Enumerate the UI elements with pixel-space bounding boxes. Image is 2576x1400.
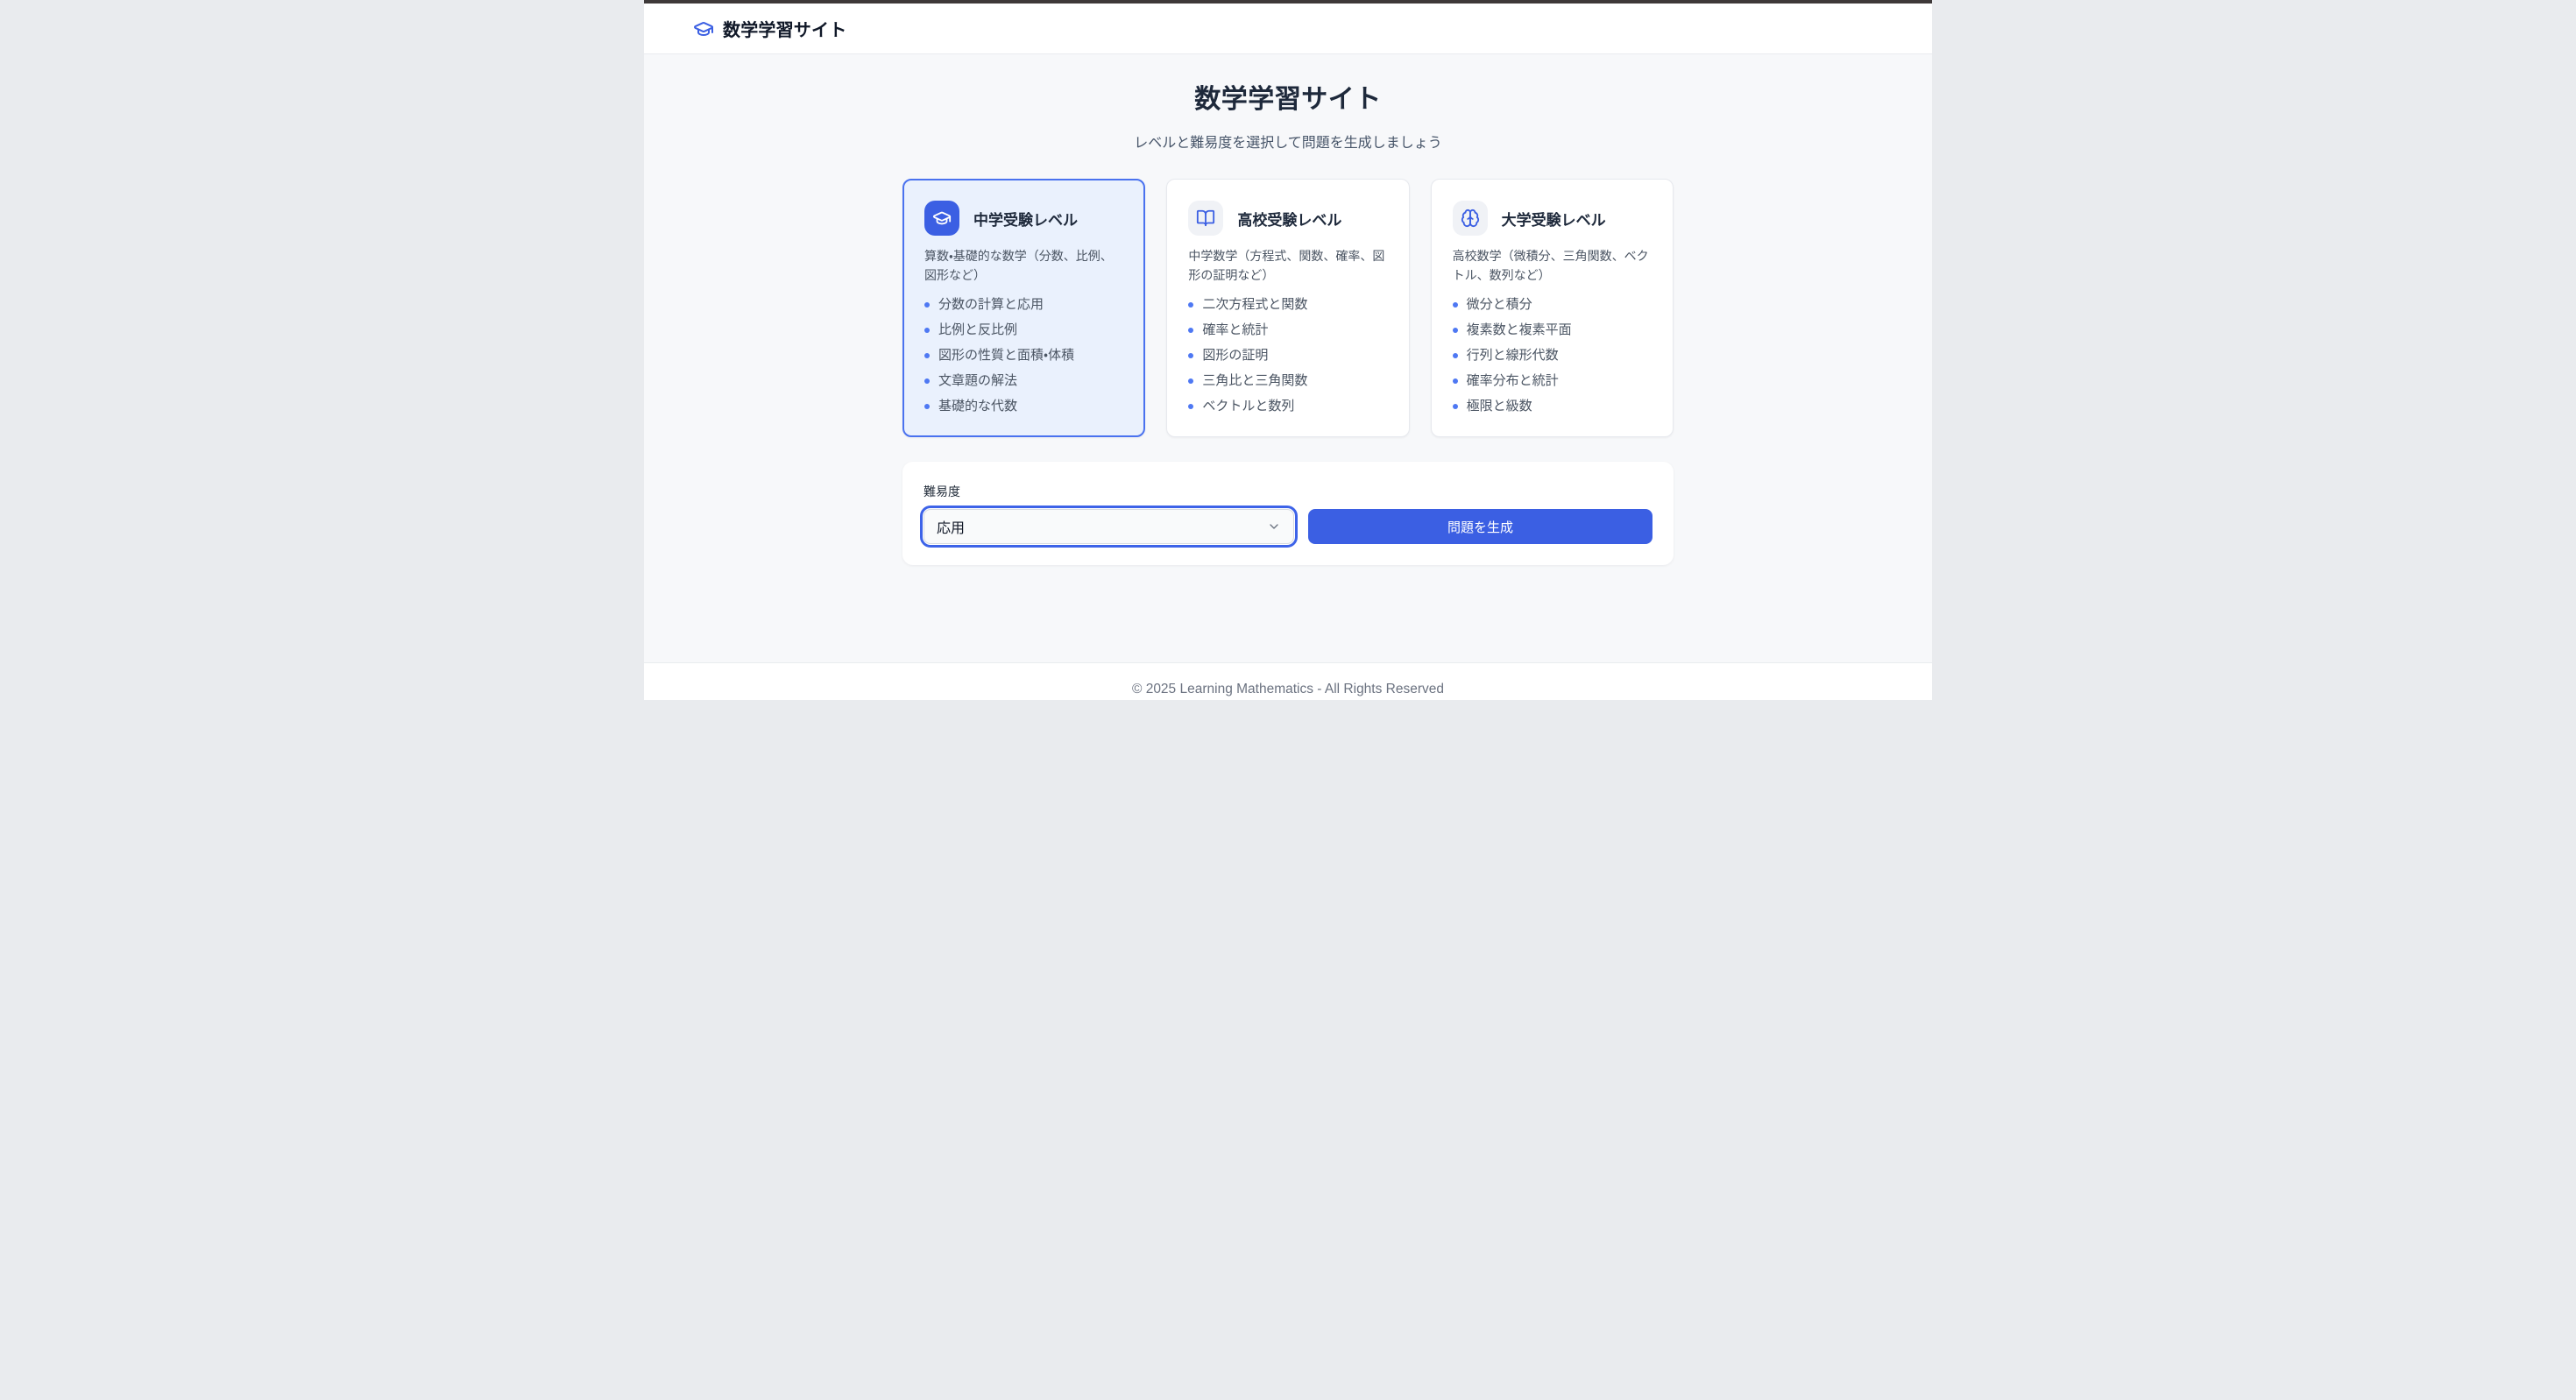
- level-card-title: 高校受験レベル: [1237, 208, 1341, 230]
- chevron-down-icon: [1267, 520, 1281, 534]
- topic-item: 文章題の解法: [924, 371, 1123, 390]
- card-head: 大学受験レベル: [1453, 201, 1652, 236]
- level-card-junior-high[interactable]: 中学受験レベル 算数・基礎的な数学（分数、比例、図形など） 分数の計算と応用 比…: [902, 179, 1145, 437]
- level-card-description: 中学数学（方程式、関数、確率、図形の証明など）: [1188, 246, 1387, 285]
- bullet-dot-icon: [924, 328, 930, 333]
- topic-item: 確率と統計: [1188, 321, 1387, 339]
- bullet-dot-icon: [924, 302, 930, 308]
- difficulty-selected-value: 応用: [937, 516, 965, 537]
- topic-item: 複素数と複素平面: [1453, 321, 1652, 339]
- bullet-dot-icon: [1453, 404, 1458, 409]
- difficulty-select[interactable]: 応用: [924, 509, 1294, 544]
- topic-item: 極限と級数: [1453, 397, 1652, 415]
- site-footer: © 2025 Learning Mathematics - All Rights…: [644, 662, 1932, 700]
- brain-icon: [1461, 209, 1480, 228]
- bullet-dot-icon: [1453, 302, 1458, 308]
- topic-item: 比例と反比例: [924, 321, 1123, 339]
- site-header: 数学学習サイト: [644, 4, 1932, 54]
- bullet-dot-icon: [1453, 328, 1458, 333]
- level-card-high-school[interactable]: 高校受験レベル 中学数学（方程式、関数、確率、図形の証明など） 二次方程式と関数…: [1166, 179, 1409, 437]
- topic-list: 二次方程式と関数 確率と統計 図形の証明 三角比と三角関数 ベクトルと数列: [1188, 295, 1387, 415]
- card-head: 高校受験レベル: [1188, 201, 1387, 236]
- topic-item: 分数の計算と応用: [924, 295, 1123, 314]
- book-open-icon: [1196, 209, 1215, 228]
- topic-item: 確率分布と統計: [1453, 371, 1652, 390]
- generate-button[interactable]: 問題を生成: [1308, 509, 1652, 544]
- level-card-title: 大学受験レベル: [1502, 208, 1606, 230]
- generator-panel: 難易度 応用 問題を生成: [902, 462, 1674, 565]
- topic-list: 微分と積分 複素数と複素平面 行列と線形代数 確率分布と統計 極限と級数: [1453, 295, 1652, 415]
- difficulty-label: 難易度: [924, 483, 1652, 500]
- level-card-title: 中学受験レベル: [973, 208, 1078, 230]
- bullet-dot-icon: [1188, 353, 1193, 358]
- bullet-dot-icon: [1188, 302, 1193, 308]
- topic-item: 図形の証明: [1188, 346, 1387, 364]
- topic-list: 分数の計算と応用 比例と反比例 図形の性質と面積・体積 文章題の解法 基礎的な代…: [924, 295, 1123, 415]
- header-brand: 数学学習サイト: [693, 16, 846, 41]
- bullet-dot-icon: [924, 404, 930, 409]
- level-card-description: 高校数学（微積分、三角関数、ベクトル、数列など）: [1453, 246, 1652, 285]
- graduation-cap-icon: [693, 18, 714, 39]
- level-card-list: 中学受験レベル 算数・基礎的な数学（分数、比例、図形など） 分数の計算と応用 比…: [902, 179, 1674, 437]
- topic-item: 図形の性質と面積・体積: [924, 346, 1123, 364]
- topic-item: 二次方程式と関数: [1188, 295, 1387, 314]
- topic-item: 基礎的な代数: [924, 397, 1123, 415]
- topic-item: 微分と積分: [1453, 295, 1652, 314]
- bullet-dot-icon: [924, 378, 930, 384]
- icon-tile: [1188, 201, 1223, 236]
- bullet-dot-icon: [1188, 378, 1193, 384]
- card-head: 中学受験レベル: [924, 201, 1123, 236]
- bullet-dot-icon: [1188, 328, 1193, 333]
- bullet-dot-icon: [1188, 404, 1193, 409]
- page-subtitle: レベルと難易度を選択して問題を生成しましょう: [902, 133, 1674, 154]
- topic-item: 三角比と三角関数: [1188, 371, 1387, 390]
- brand-name: 数学学習サイト: [723, 16, 846, 41]
- bullet-dot-icon: [1453, 353, 1458, 358]
- icon-tile: [924, 201, 959, 236]
- topic-item: 行列と線形代数: [1453, 346, 1652, 364]
- bullet-dot-icon: [1453, 378, 1458, 384]
- level-card-university[interactable]: 大学受験レベル 高校数学（微積分、三角関数、ベクトル、数列など） 微分と積分 複…: [1431, 179, 1674, 437]
- graduation-cap-icon: [932, 209, 952, 228]
- level-card-description: 算数・基礎的な数学（分数、比例、図形など）: [924, 246, 1123, 285]
- page: 数学学習サイト 数学学習サイト レベルと難易度を選択して問題を生成しましょう: [644, 0, 1932, 700]
- main-content: 数学学習サイト レベルと難易度を選択して問題を生成しましょう 中学受験レベル: [644, 54, 1932, 662]
- topic-item: ベクトルと数列: [1188, 397, 1387, 415]
- bullet-dot-icon: [924, 353, 930, 358]
- icon-tile: [1453, 201, 1488, 236]
- page-title: 数学学習サイト: [902, 84, 1674, 116]
- footer-copyright: © 2025 Learning Mathematics - All Rights…: [1132, 682, 1444, 696]
